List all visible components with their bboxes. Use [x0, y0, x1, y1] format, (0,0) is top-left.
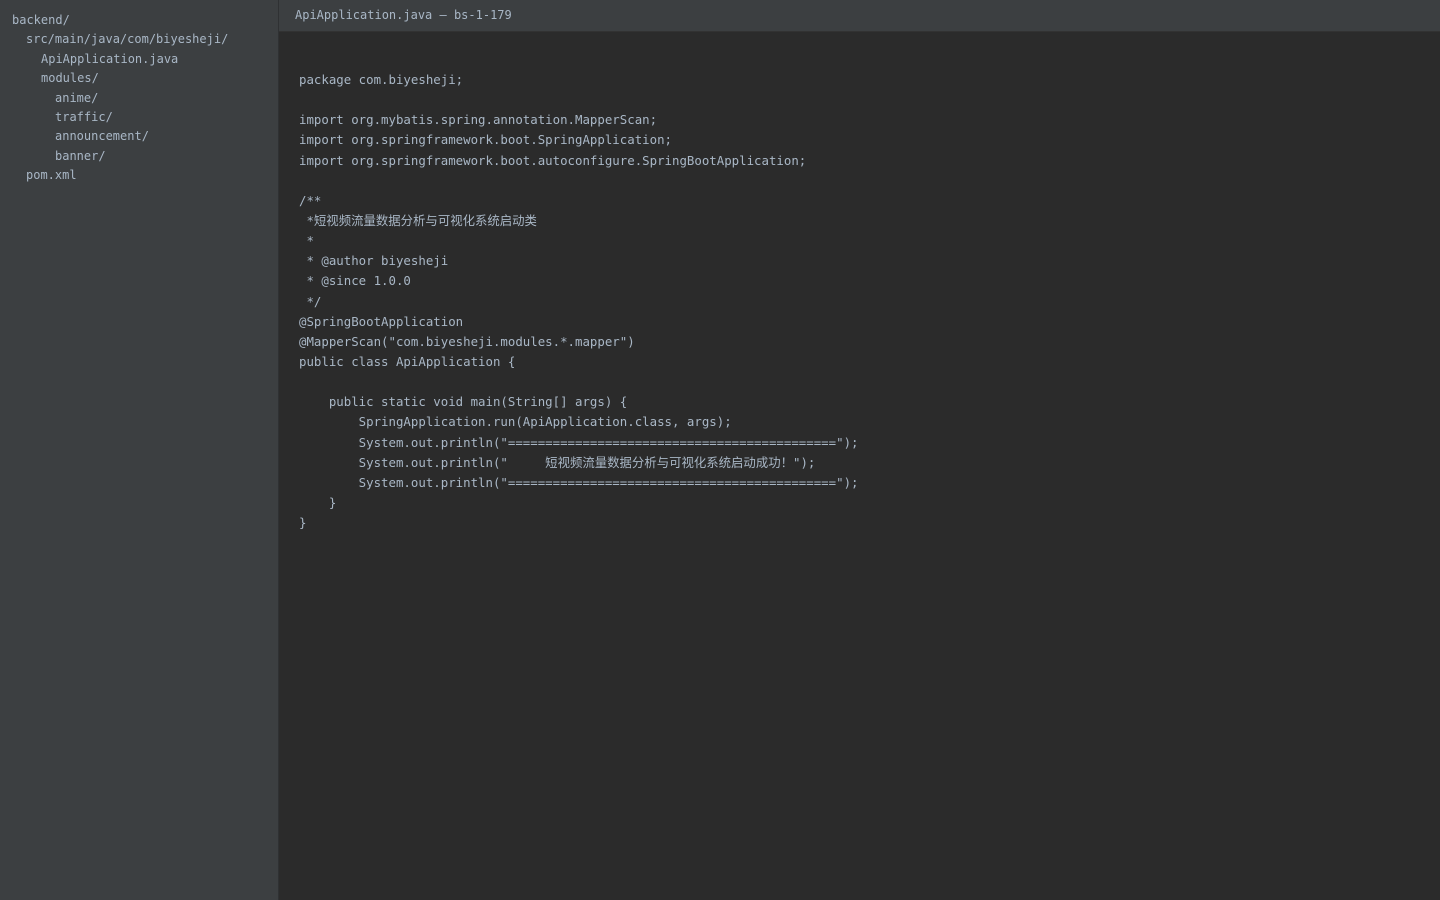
code-line: /** — [299, 192, 322, 208]
code-lines: package com.biyesheji; import org.mybatis… — [299, 72, 859, 533]
editor-title: ApiApplication.java — bs-1-179 — [279, 0, 1440, 32]
code-line: @SpringBootApplication — [299, 313, 464, 329]
tree-item-anime[interactable]: anime/ — [0, 89, 278, 108]
code-line: @MapperScan("com.biyesheji.modules.*.map… — [299, 333, 635, 349]
code-line: SpringApplication.run(ApiApplication.cla… — [299, 414, 732, 430]
code-line: System.out.println(" 短视频流量数据分析与可视化系统启动成功… — [299, 454, 816, 470]
code-line: } — [299, 515, 307, 531]
code-line: import org.mybatis.spring.annotation.Map… — [299, 112, 658, 128]
code-line: System.out.println("====================… — [299, 474, 859, 490]
tree-item-banner[interactable]: banner/ — [0, 147, 278, 166]
code-line: public class ApiApplication { — [299, 353, 516, 369]
code-line: System.out.println("====================… — [299, 434, 859, 450]
tree-item-src-path[interactable]: src/main/java/com/biyesheji/ — [0, 30, 278, 49]
code-line: import org.springframework.boot.SpringAp… — [299, 132, 672, 148]
tree-item-pom-xml[interactable]: pom.xml — [0, 166, 278, 185]
code-line: */ — [299, 293, 322, 309]
code-line: } — [299, 494, 337, 510]
code-line: import org.springframework.boot.autoconf… — [299, 152, 807, 168]
code-line: * — [299, 233, 314, 249]
code-line: * @since 1.0.0 — [299, 273, 411, 289]
code-line: *短视频流量数据分析与可视化系统启动类 — [299, 212, 537, 228]
code-line: package com.biyesheji; — [299, 72, 464, 87]
tree-item-backend[interactable]: backend/ — [0, 11, 278, 30]
ide-window: backend/ src/main/java/com/biyesheji/ Ap… — [0, 0, 1440, 900]
code-line: * @author biyesheji — [299, 253, 449, 269]
code-line: public static void main(String[] args) { — [299, 394, 628, 410]
code-area[interactable]: package com.biyesheji; import org.mybatis… — [279, 32, 1440, 900]
editor-panel: ApiApplication.java — bs-1-179 package c… — [279, 0, 1440, 900]
tree-item-announcement[interactable]: announcement/ — [0, 127, 278, 146]
tree-item-apiapplication-java[interactable]: ApiApplication.java — [0, 50, 278, 69]
tree-item-modules[interactable]: modules/ — [0, 69, 278, 88]
tree-item-traffic[interactable]: traffic/ — [0, 108, 278, 127]
project-tree: backend/ src/main/java/com/biyesheji/ Ap… — [0, 0, 279, 900]
